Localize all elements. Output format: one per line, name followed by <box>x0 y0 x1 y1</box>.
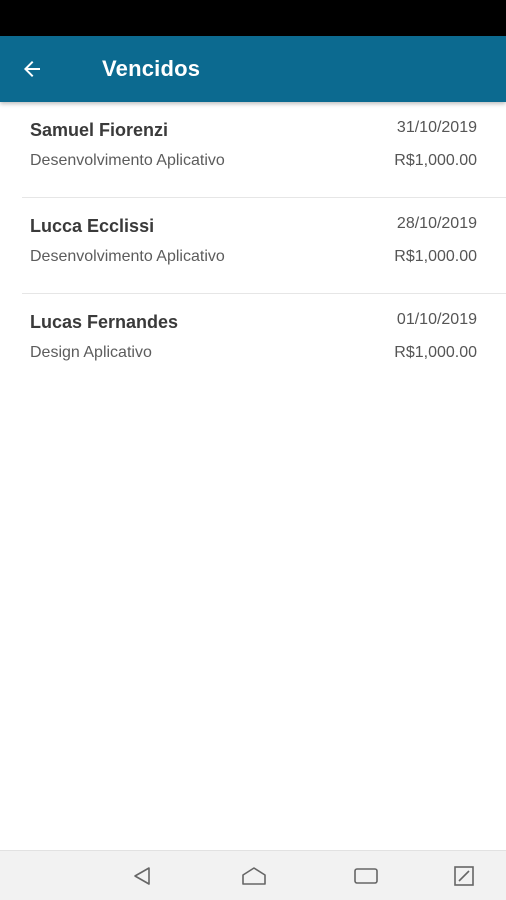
screen-toggle-icon <box>454 866 474 886</box>
overdue-list: Samuel Fiorenzi 31/10/2019 Desenvolvimen… <box>0 102 506 390</box>
list-item[interactable]: Lucas Fernandes 01/10/2019 Design Aplica… <box>22 294 506 390</box>
arrow-left-icon <box>24 61 40 77</box>
nav-back-button[interactable] <box>128 863 156 889</box>
back-button[interactable] <box>14 36 50 102</box>
recents-icon <box>354 868 378 884</box>
nav-home-button[interactable] <box>240 863 268 889</box>
list-item[interactable]: Lucca Ecclissi 28/10/2019 Desenvolviment… <box>22 198 506 294</box>
nav-recents-button[interactable] <box>352 863 380 889</box>
nav-screen-toggle-button[interactable] <box>450 863 478 889</box>
client-name: Samuel Fiorenzi <box>30 120 169 140</box>
back-triangle-icon <box>134 867 150 885</box>
amount: R$1,000.00 <box>394 152 477 169</box>
service-description: Design Aplicativo <box>30 344 152 361</box>
home-icon <box>242 867 266 885</box>
due-date: 31/10/2019 <box>396 119 477 136</box>
due-date: 28/10/2019 <box>396 215 477 232</box>
client-name: Lucas Fernandes <box>30 312 179 332</box>
service-description: Desenvolvimento Aplicativo <box>30 248 225 265</box>
app-bar: Vencidos <box>0 36 506 102</box>
page-title: Vencidos <box>102 56 201 81</box>
system-nav-bar <box>0 850 506 900</box>
client-name: Lucca Ecclissi <box>30 216 155 236</box>
service-description: Desenvolvimento Aplicativo <box>30 152 225 169</box>
list-item[interactable]: Samuel Fiorenzi 31/10/2019 Desenvolvimen… <box>22 102 506 198</box>
amount: R$1,000.00 <box>394 248 477 265</box>
amount: R$1,000.00 <box>394 344 477 361</box>
due-date: 01/10/2019 <box>396 311 477 328</box>
status-bar <box>0 0 506 36</box>
